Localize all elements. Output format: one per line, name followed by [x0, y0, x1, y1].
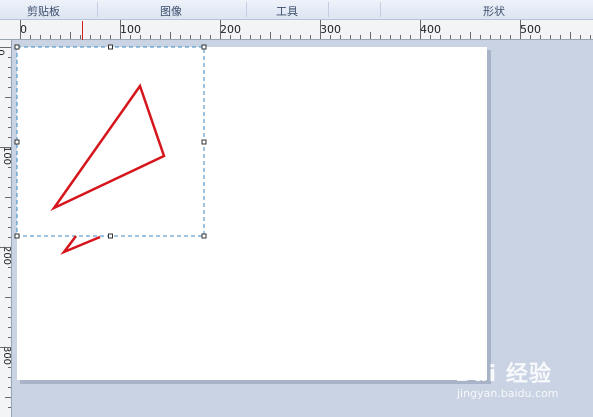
watermark-url: jingyan.baidu.com — [457, 387, 559, 400]
drawn-triangle-shape[interactable] — [50, 83, 166, 212]
resize-handle-bottom[interactable] — [108, 233, 113, 239]
drawn-stroke-fragment[interactable] — [60, 235, 101, 255]
resize-handle-left[interactable] — [14, 139, 20, 145]
watermark-logo: Bai 经验 jingyan.baidu.com — [455, 356, 585, 406]
resize-handle-top-left[interactable] — [14, 44, 20, 50]
resize-handle-right[interactable] — [201, 139, 207, 145]
resize-handle-bottom-left[interactable] — [14, 233, 20, 239]
selection-rectangle[interactable] — [16, 46, 205, 237]
watermark-brand: Bai 经验 — [455, 362, 552, 387]
drawing-layer[interactable] — [0, 0, 593, 417]
resize-handle-top[interactable] — [108, 44, 113, 50]
resize-handle-top-right[interactable] — [201, 44, 207, 50]
resize-handle-bottom-right[interactable] — [201, 233, 207, 239]
selection-handles[interactable] — [14, 44, 207, 239]
